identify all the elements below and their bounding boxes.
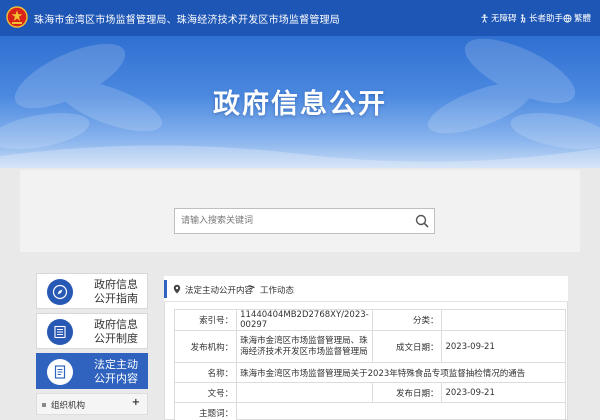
- category-value: [441, 309, 566, 331]
- publish-date-label: 发布日期：: [371, 382, 443, 403]
- document-icon: [54, 365, 66, 379]
- publisher-label: 发布机构：: [173, 330, 238, 363]
- category-label: 分类：: [371, 309, 443, 331]
- breadcrumb-accent: [164, 280, 167, 298]
- doc-number-value: [236, 382, 373, 403]
- expand-icon[interactable]: +: [132, 397, 140, 408]
- name-value: 珠海市金湾区市场监督管理局关于2023年特殊食品专项监督抽检情况的通告: [236, 362, 566, 383]
- banner: 政府信息公开: [0, 36, 600, 168]
- sidebar-subitem-label: 组织机构: [51, 401, 86, 411]
- national-emblem-icon: [6, 6, 28, 28]
- publisher-value: 珠海市金湾区市场监督管理局、珠海经济技术开发区市场监督管理局: [236, 330, 373, 363]
- sidebar-item-active-content[interactable]: 法定主动 公开内容: [36, 353, 148, 389]
- list-doc-icon: [54, 325, 66, 339]
- sidebar-item-guide[interactable]: 政府信息 公开指南: [36, 273, 148, 309]
- accessibility-label: 无障碍: [491, 14, 517, 24]
- breadcrumb-current[interactable]: 工作动态: [260, 284, 294, 296]
- document-meta-table: 索引号： 11440404MB2D2768XY/2023-00297 分类： 发…: [173, 309, 566, 420]
- top-bar: 珠海市金湾区市场监督管理局、珠海经济技术开发区市场监督管理局 无障碍 长者助手 …: [0, 0, 600, 36]
- subject-label: 主题词：: [173, 402, 238, 420]
- banner-title: 政府信息公开: [213, 89, 387, 120]
- site-title[interactable]: 珠海市金湾区市场监督管理局、珠海经济技术开发区市场监督管理局: [34, 11, 340, 26]
- breadcrumb: 法定主动公开内容 > 工作动态: [164, 276, 568, 302]
- elder-assist-icon: [520, 13, 526, 23]
- search-box: [174, 208, 435, 234]
- accessibility-icon: [481, 13, 488, 23]
- sidebar-item-system[interactable]: 政府信息 公开制度: [36, 313, 148, 349]
- subject-value: [236, 402, 566, 420]
- search-input[interactable]: [175, 209, 403, 233]
- bullet-icon: [42, 403, 46, 407]
- sidebar-item-label: 法定主动 公开内容: [94, 358, 138, 385]
- traditional-chinese-icon: [563, 13, 572, 23]
- created-date-value: 2023-09-21: [441, 330, 566, 363]
- search-icon[interactable]: [415, 214, 429, 228]
- index-label: 索引号：: [173, 309, 238, 331]
- created-date-label: 成文日期：: [371, 330, 443, 363]
- traditional-chinese-label: 繁體: [574, 14, 592, 24]
- index-value: 11440404MB2D2768XY/2023-00297: [236, 309, 373, 331]
- compass-icon: [52, 284, 68, 300]
- breadcrumb-link-active-content[interactable]: 法定主动公开内容: [185, 284, 253, 296]
- accessibility-button[interactable]: 无障碍: [480, 12, 517, 24]
- sidebar-item-label: 政府信息 公开制度: [94, 318, 138, 345]
- elder-assist-button[interactable]: 长者助手: [518, 12, 563, 24]
- sidebar-item-label: 政府信息 公开指南: [94, 278, 138, 305]
- sidebar-subitem-organization[interactable]: 组织机构 +: [36, 393, 148, 415]
- doc-number-label: 文号：: [173, 382, 238, 403]
- elder-assist-label: 长者助手: [529, 14, 564, 24]
- traditional-chinese-button[interactable]: 繁體: [563, 12, 591, 24]
- publish-date-value: 2023-09-21: [441, 382, 566, 403]
- breadcrumb-separator: >: [248, 283, 256, 293]
- location-icon: [173, 284, 181, 294]
- name-label: 名称：: [173, 362, 238, 383]
